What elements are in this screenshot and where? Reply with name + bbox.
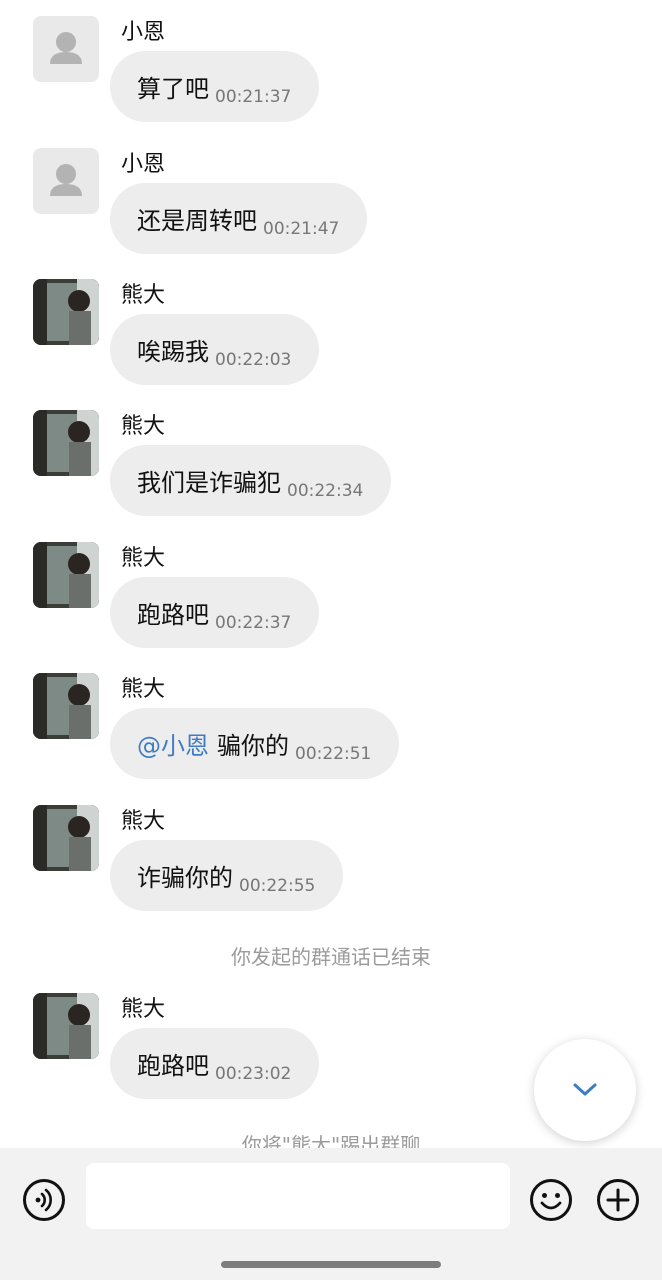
message-time: 00:21:37 [215, 86, 292, 107]
message-time: 00:21:47 [263, 218, 340, 239]
mention-link[interactable]: @小恩 [137, 726, 209, 761]
sender-name: 熊大 [121, 809, 166, 834]
avatar[interactable] [33, 279, 99, 345]
plus-icon [597, 1179, 639, 1221]
avatar[interactable] [33, 673, 99, 739]
message-text: 唉踢我 [137, 338, 209, 366]
message-time: 00:22:34 [287, 480, 364, 501]
message-bubble[interactable]: 唉踢我 00:22:03 [110, 314, 320, 385]
message-input[interactable] [86, 1163, 510, 1229]
message-time: 00:22:51 [295, 743, 372, 764]
voice-icon [23, 1179, 65, 1221]
message-bubble[interactable]: 算了吧 00:21:37 [110, 51, 320, 122]
sender-name: 熊大 [121, 997, 166, 1022]
sender-name: 熊大 [121, 414, 166, 439]
message-time: 00:22:03 [215, 349, 292, 370]
default-person-icon [50, 164, 82, 196]
chat-area[interactable]: 小恩 算了吧 00:21:37 小恩 还是周转吧 00:21:47 熊大 唉踢我… [0, 0, 662, 1148]
avatar[interactable] [33, 148, 99, 214]
message-time: 00:22:37 [215, 612, 292, 633]
message-time: 00:22:55 [239, 875, 316, 896]
home-indicator[interactable] [221, 1261, 441, 1268]
sender-name: 小恩 [121, 20, 166, 45]
system-notice: 你发起的群通话已结束 [231, 945, 431, 969]
message-text: 还是周转吧 [137, 207, 257, 235]
default-person-icon [50, 32, 82, 64]
photo-avatar [33, 993, 99, 1059]
emoji-button[interactable] [529, 1178, 573, 1222]
avatar[interactable] [33, 16, 99, 82]
scroll-to-bottom-button[interactable] [534, 1039, 636, 1141]
photo-avatar [33, 542, 99, 608]
message-text: 算了吧 [137, 75, 209, 103]
message-bubble[interactable]: 我们是诈骗犯 00:22:34 [110, 445, 392, 516]
photo-avatar [33, 805, 99, 871]
sender-name: 熊大 [121, 677, 166, 702]
avatar[interactable] [33, 410, 99, 476]
voice-button[interactable] [22, 1178, 66, 1222]
message-bubble[interactable]: 跑路吧 00:22:37 [110, 577, 320, 648]
message-text: 跑路吧 [137, 1052, 209, 1080]
more-button[interactable] [596, 1178, 640, 1222]
message-bubble[interactable]: 跑路吧 00:23:02 [110, 1028, 320, 1099]
message-text: 骗你的 [217, 732, 289, 760]
message-bubble[interactable]: 还是周转吧 00:21:47 [110, 183, 368, 254]
message-text: 诈骗你的 [137, 864, 233, 892]
input-bar [0, 1148, 662, 1280]
message-time: 00:23:02 [215, 1063, 292, 1084]
sender-name: 熊大 [121, 546, 166, 571]
avatar[interactable] [33, 542, 99, 608]
photo-avatar [33, 673, 99, 739]
sender-name: 熊大 [121, 283, 166, 308]
emoji-icon [530, 1179, 572, 1221]
chevron-down-icon [573, 1083, 597, 1096]
photo-avatar [33, 410, 99, 476]
message-bubble[interactable]: @小恩 骗你的 00:22:51 [110, 708, 400, 779]
photo-avatar [33, 279, 99, 345]
message-text: 跑路吧 [137, 601, 209, 629]
sender-name: 小恩 [121, 152, 166, 177]
message-text: 我们是诈骗犯 [137, 469, 281, 497]
avatar[interactable] [33, 805, 99, 871]
message-bubble[interactable]: 诈骗你的 00:22:55 [110, 840, 344, 911]
avatar[interactable] [33, 993, 99, 1059]
